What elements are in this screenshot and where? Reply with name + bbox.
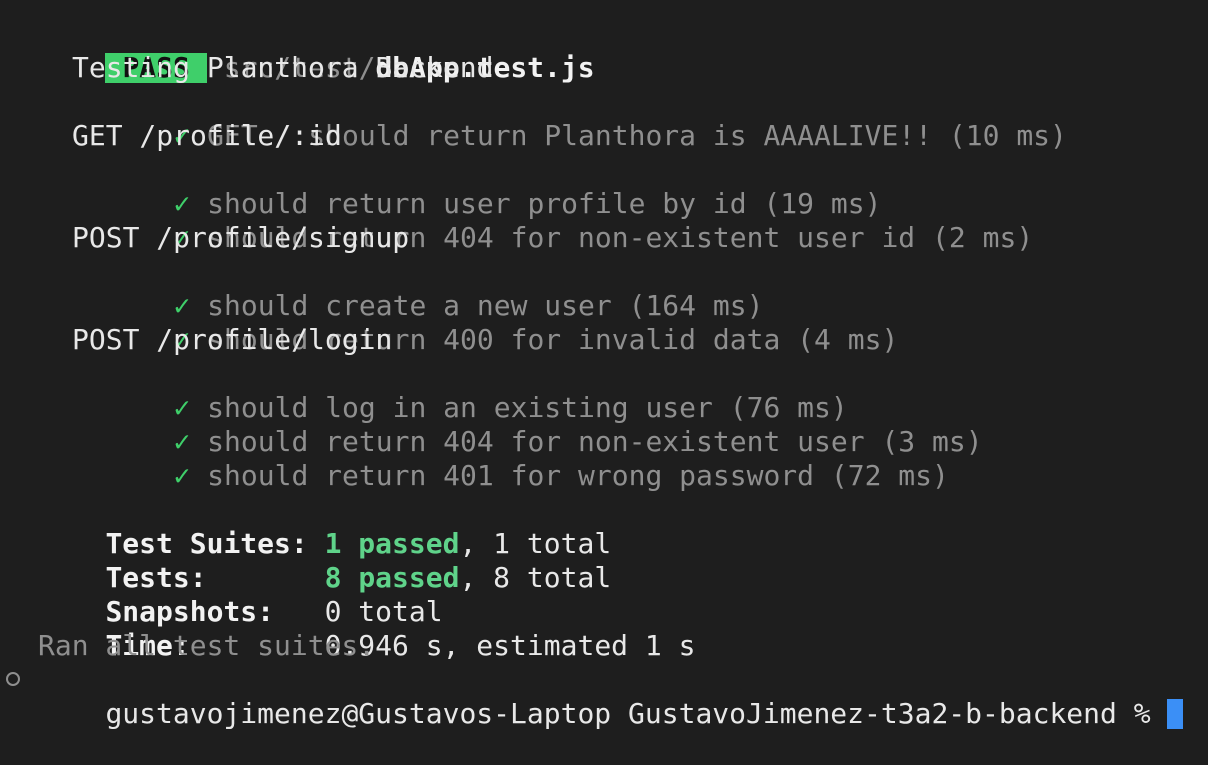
test-file-header: PASS src/test/dbApp.test.js — [38, 17, 595, 84]
time-value: 0.946 s, estimated 1 s — [324, 629, 696, 662]
check-icon: ✓ — [173, 459, 191, 492]
summary-suites: Test Suites: 1 passed, 1 total — [38, 493, 611, 560]
ran-all-message: Ran all test suites. — [38, 629, 376, 662]
summary-time: Time: 0.946 s, estimated 1 s — [38, 595, 695, 662]
shell-prompt[interactable]: gustavojimenez@Gustavos-Laptop GustavoJi… — [38, 663, 1184, 730]
test-result-row: ✓ should return 404 for non-existent use… — [106, 187, 1033, 254]
describe-title: POST /profile/signup — [72, 221, 410, 254]
summary-tests: Tests: 8 passed, 8 total — [38, 527, 611, 594]
prompt-mark-icon — [6, 672, 20, 686]
test-result-row: ✓ should log in an existing user (76 ms) — [106, 357, 847, 424]
prompt-text: gustavojimenez@Gustavos-Laptop GustavoJi… — [105, 697, 1151, 730]
describe-title: POST /profile/login — [72, 323, 393, 356]
test-result-row: ✓ should return user profile by id (19 m… — [106, 153, 881, 220]
test-result-row: ✓ should return 400 for invalid data (4 … — [106, 289, 898, 356]
test-result-row: ✓ should create a new user (164 ms) — [106, 255, 763, 322]
test-result-row: ✓ should return 401 for wrong password (… — [106, 425, 948, 492]
terminal-window[interactable]: PASS src/test/dbApp.test.js Testing Plan… — [0, 0, 1208, 730]
suite-title: Testing Planthora Backend — [72, 51, 494, 84]
summary-snapshots: Snapshots: 0 total — [38, 561, 442, 628]
describe-title: GET /profile/:id — [72, 119, 342, 152]
test-result-text: should return 401 for wrong password (72… — [207, 459, 949, 492]
total-count: , 8 total — [459, 561, 612, 594]
test-result-row: ✓ GET / should return Planthora is AAAAL… — [106, 85, 1066, 152]
test-result-row: ✓ should return 404 for non-existent use… — [106, 391, 982, 458]
